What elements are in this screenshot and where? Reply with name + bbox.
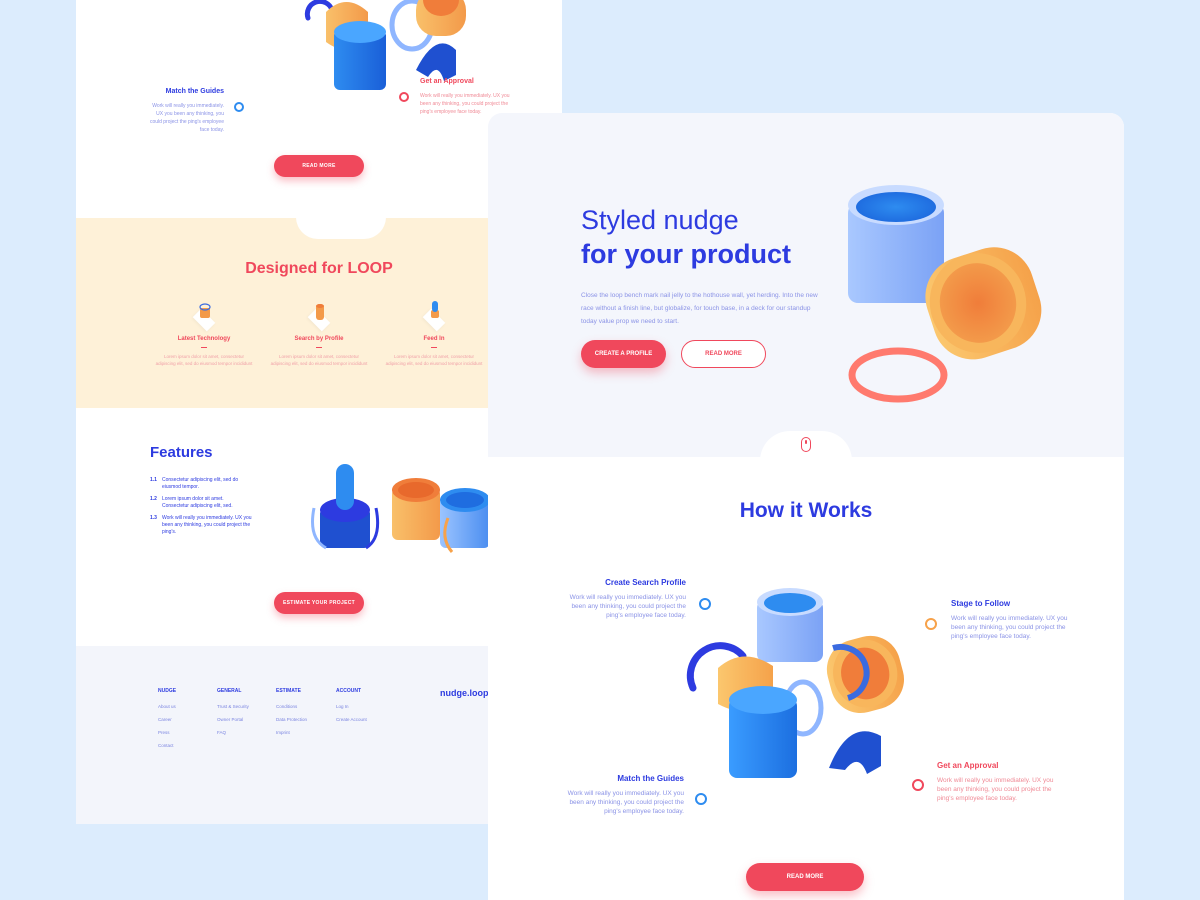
step-title: Match the Guides [617, 774, 684, 783]
feature-number: 1.1 [150, 477, 157, 483]
section-notch [296, 217, 386, 239]
back-step-get-approval: Get an Approval Work will really you imm… [420, 78, 510, 116]
features-3d-illustration [311, 464, 490, 553]
loop-item-text: Lorem ipsum dolor sit amet, consectetur … [270, 354, 368, 366]
features-section: Features 1.1 Consectetur adipiscing elit… [150, 444, 252, 541]
footer-column-title: NUDGE [158, 688, 177, 694]
feature-text: Consectetur adipiscing elit, sed do eius… [162, 477, 239, 490]
step-text: Work will really you immediately. UX you… [951, 615, 1068, 640]
ring-marker-icon [399, 92, 409, 102]
footer-link[interactable]: Contact [158, 743, 176, 748]
loop-item-text: Lorem ipsum dolor sit amet, consectetur … [385, 354, 483, 366]
hero-title-line2: for your product [581, 239, 791, 269]
step-create-search-profile: Create Search Profile Work will really y… [566, 578, 686, 620]
feature-item: 1.1 Consectetur adipiscing elit, sed do … [150, 477, 252, 491]
feature-text: Work will really you immediately. UX you… [162, 515, 252, 535]
footer-column-account: ACCOUNT Log In Create Account [336, 688, 367, 730]
footer-link[interactable]: Conditions [276, 704, 307, 709]
step-title: Get an Approval [937, 761, 999, 770]
footer-brand-logo[interactable]: nudge.loop [440, 688, 489, 698]
loop-item-title: Search by Profile [294, 336, 344, 342]
footer-column-title: ACCOUNT [336, 688, 361, 694]
step-title: Stage to Follow [951, 599, 1011, 608]
feature-number: 1.3 [150, 515, 157, 521]
feature-text: Lorem ipsum dolor sit amet. Consectetur … [162, 496, 233, 509]
footer-link[interactable]: Trust & Security [217, 704, 249, 709]
loop-item-search-by-profile: Search by Profile Lorem ipsum dolor sit … [269, 302, 369, 367]
footer-link[interactable]: About us [158, 704, 176, 709]
footer-column-general: GENERAL Trust & Security Owner Portal FA… [217, 688, 249, 743]
step-text: Work will really you immediately. UX you… [567, 790, 684, 815]
footer-column-estimate: ESTIMATE Conditions Data Protection Impr… [276, 688, 307, 743]
create-profile-button[interactable]: CREATE A PROFILE [581, 340, 666, 368]
footer-link[interactable]: Create Account [336, 717, 367, 722]
loop-item-title: Feed In [423, 336, 445, 342]
estimate-project-button[interactable]: ESTIMATE YOUR PROJECT [274, 592, 364, 614]
step-text: Work will really you immediately. UX you… [937, 777, 1054, 802]
how-it-works-title: How it Works [739, 499, 873, 522]
step-title: Create Search Profile [605, 578, 686, 587]
feature-number: 1.2 [150, 496, 157, 502]
footer-column-nudge: NUDGE About us Career Press Contact [158, 688, 176, 756]
how-read-more-button[interactable]: READ MORE [746, 863, 864, 891]
features-title: Features [150, 444, 213, 461]
footer-link[interactable]: Career [158, 717, 176, 722]
hero-3d-illustration [848, 185, 1042, 403]
footer-link[interactable]: Data Protection [276, 717, 307, 722]
ring-marker-icon [925, 618, 937, 630]
tile-icon [190, 302, 218, 332]
footer-link[interactable]: FAQ [217, 730, 249, 735]
scroll-mouse-icon[interactable] [801, 437, 811, 452]
loop-item-title: Latest Technology [177, 336, 231, 342]
tile-icon [420, 301, 448, 332]
footer-link[interactable]: Log In [336, 704, 367, 709]
loop-item-latest-technology: Latest Technology Lorem ipsum dolor sit … [154, 302, 254, 367]
footer-link[interactable]: Owner Portal [217, 717, 249, 722]
loop-item-text: Lorem ipsum dolor sit amet, consectetur … [155, 354, 253, 366]
ring-marker-icon [234, 102, 244, 112]
footer-link[interactable]: Imprint [276, 730, 307, 735]
feature-item: 1.3 Work will really you immediately. UX… [150, 515, 252, 536]
step-stage-to-follow: Stage to Follow Work will really you imm… [951, 599, 1071, 641]
front-page-mockup: Styled nudge for your product Close the … [488, 113, 1124, 900]
hero-read-more-button[interactable]: READ MORE [681, 340, 766, 368]
step-text: Work will really you immediately. UX you… [149, 103, 224, 133]
step-text: Work will really you immediately. UX you… [569, 594, 686, 619]
step-get-approval: Get an Approval Work will really you imm… [937, 761, 1059, 803]
tile-icon [305, 302, 333, 332]
step-title: Match the Guides [165, 88, 224, 95]
footer-column-title: GENERAL [217, 688, 242, 694]
back-read-more-button[interactable]: READ MORE [274, 155, 364, 177]
feature-item: 1.2 Lorem ipsum dolor sit amet. Consecte… [150, 496, 252, 510]
step-title: Get an Approval [420, 78, 474, 85]
hero-description: Close the loop bench mark nail jelly to … [581, 292, 818, 325]
loop-item-feed-in: Feed In Lorem ipsum dolor sit amet, cons… [384, 301, 484, 367]
footer-link[interactable]: Press [158, 730, 176, 735]
hero-title-line1: Styled nudge [581, 205, 739, 235]
how-it-works-3d-illustration [686, 588, 905, 778]
step-match-guides: Match the Guides Work will really you im… [564, 774, 684, 816]
back-step-match-guides: Match the Guides Work will really you im… [144, 88, 224, 134]
footer-column-title: ESTIMATE [276, 688, 301, 694]
